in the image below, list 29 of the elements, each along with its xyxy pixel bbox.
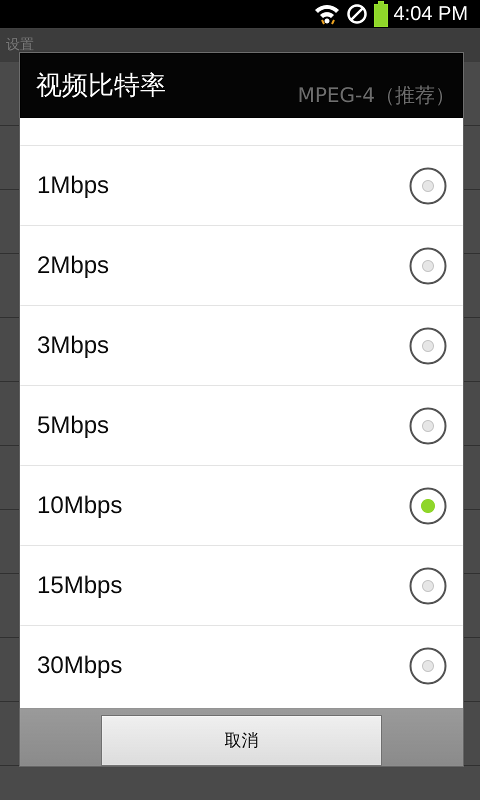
radio-button[interactable] xyxy=(409,486,447,524)
radio-button[interactable] xyxy=(409,406,447,444)
battery-icon xyxy=(374,1,388,27)
option-row[interactable]: 10Mbps xyxy=(20,466,463,546)
radio-button[interactable] xyxy=(409,326,447,364)
option-label: 1Mbps xyxy=(37,172,110,200)
option-label: 3Mbps xyxy=(37,332,110,360)
option-label: 10Mbps xyxy=(37,492,122,520)
wifi-icon xyxy=(314,2,340,26)
option-label: 15Mbps xyxy=(37,572,122,600)
radio-button[interactable] xyxy=(409,566,447,604)
status-time: 4:04 PM xyxy=(394,2,468,26)
background-text: MPEG-4（推荐） xyxy=(298,82,455,109)
option-row[interactable]: 5Mbps xyxy=(20,386,463,466)
option-row[interactable]: 1Mbps xyxy=(20,146,463,226)
radio-button[interactable] xyxy=(409,166,447,204)
option-label: 5Mbps xyxy=(37,412,110,440)
option-label: 2Mbps xyxy=(37,252,110,280)
option-row[interactable]: 30Mbps xyxy=(20,626,463,706)
screen-title: 设置 xyxy=(6,36,34,54)
blocked-icon xyxy=(346,3,368,25)
option-row[interactable]: 3Mbps xyxy=(20,306,463,386)
radio-button[interactable] xyxy=(409,246,447,284)
radio-button[interactable] xyxy=(409,647,447,685)
option-label: 30Mbps xyxy=(37,652,122,680)
cancel-button[interactable]: 取消 xyxy=(101,715,382,766)
dialog-title: 视频比特率 xyxy=(36,70,166,103)
option-row[interactable]: 15Mbps xyxy=(20,546,463,626)
option-row[interactable]: 2Mbps xyxy=(20,226,463,306)
